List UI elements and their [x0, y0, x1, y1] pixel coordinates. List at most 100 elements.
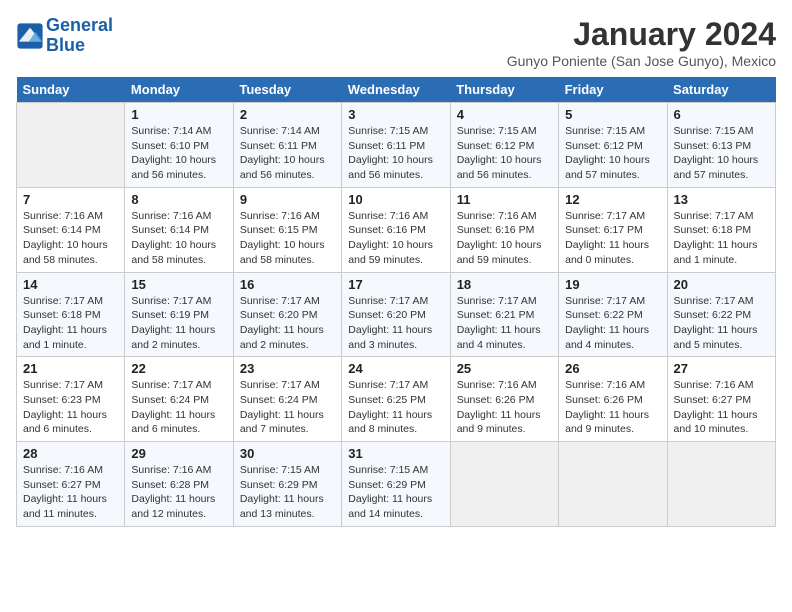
day-number: 4: [457, 107, 552, 122]
calendar-table: SundayMondayTuesdayWednesdayThursdayFrid…: [16, 77, 776, 527]
day-info: Sunrise: 7:15 AM Sunset: 6:12 PM Dayligh…: [565, 124, 660, 183]
day-info: Sunrise: 7:17 AM Sunset: 6:24 PM Dayligh…: [240, 378, 335, 437]
day-number: 20: [674, 277, 769, 292]
location-title: Gunyo Poniente (San Jose Gunyo), Mexico: [507, 53, 776, 69]
day-number: 21: [23, 361, 118, 376]
day-info: Sunrise: 7:14 AM Sunset: 6:10 PM Dayligh…: [131, 124, 226, 183]
day-info: Sunrise: 7:17 AM Sunset: 6:18 PM Dayligh…: [674, 209, 769, 268]
day-number: 23: [240, 361, 335, 376]
weekday-header-thursday: Thursday: [450, 77, 558, 103]
day-info: Sunrise: 7:16 AM Sunset: 6:15 PM Dayligh…: [240, 209, 335, 268]
calendar-cell: 8 Sunrise: 7:16 AM Sunset: 6:14 PM Daylig…: [125, 187, 233, 272]
day-number: 27: [674, 361, 769, 376]
day-info: Sunrise: 7:16 AM Sunset: 6:27 PM Dayligh…: [674, 378, 769, 437]
calendar-cell: [17, 103, 125, 188]
day-number: 3: [348, 107, 443, 122]
calendar-body: 1Sunrise: 7:14 AM Sunset: 6:10 PM Daylig…: [17, 103, 776, 527]
calendar-cell: 26 Sunrise: 7:16 AM Sunset: 6:26 PM Dayli…: [559, 357, 667, 442]
day-number: 10: [348, 192, 443, 207]
calendar-cell: 6Sunrise: 7:15 AM Sunset: 6:13 PM Daylig…: [667, 103, 775, 188]
calendar-cell: [450, 442, 558, 527]
day-number: 29: [131, 446, 226, 461]
calendar-cell: 27 Sunrise: 7:16 AM Sunset: 6:27 PM Dayli…: [667, 357, 775, 442]
day-info: Sunrise: 7:17 AM Sunset: 6:22 PM Dayligh…: [674, 294, 769, 353]
day-number: 26: [565, 361, 660, 376]
calendar-cell: 13 Sunrise: 7:17 AM Sunset: 6:18 PM Dayli…: [667, 187, 775, 272]
calendar-cell: 28 Sunrise: 7:16 AM Sunset: 6:27 PM Dayli…: [17, 442, 125, 527]
calendar-week-row: 1Sunrise: 7:14 AM Sunset: 6:10 PM Daylig…: [17, 103, 776, 188]
day-number: 19: [565, 277, 660, 292]
calendar-cell: 18 Sunrise: 7:17 AM Sunset: 6:21 PM Dayli…: [450, 272, 558, 357]
logo: General Blue: [16, 16, 113, 56]
day-info: Sunrise: 7:17 AM Sunset: 6:22 PM Dayligh…: [565, 294, 660, 353]
day-number: 22: [131, 361, 226, 376]
day-info: Sunrise: 7:15 AM Sunset: 6:12 PM Dayligh…: [457, 124, 552, 183]
day-info: Sunrise: 7:16 AM Sunset: 6:26 PM Dayligh…: [457, 378, 552, 437]
calendar-cell: [559, 442, 667, 527]
day-info: Sunrise: 7:14 AM Sunset: 6:11 PM Dayligh…: [240, 124, 335, 183]
calendar-week-row: 7 Sunrise: 7:16 AM Sunset: 6:14 PM Daylig…: [17, 187, 776, 272]
calendar-cell: 1Sunrise: 7:14 AM Sunset: 6:10 PM Daylig…: [125, 103, 233, 188]
calendar-cell: 14Sunrise: 7:17 AM Sunset: 6:18 PM Dayli…: [17, 272, 125, 357]
day-info: Sunrise: 7:17 AM Sunset: 6:18 PM Dayligh…: [23, 294, 118, 353]
weekday-header-tuesday: Tuesday: [233, 77, 341, 103]
day-info: Sunrise: 7:16 AM Sunset: 6:26 PM Dayligh…: [565, 378, 660, 437]
weekday-header-wednesday: Wednesday: [342, 77, 450, 103]
day-info: Sunrise: 7:16 AM Sunset: 6:16 PM Dayligh…: [348, 209, 443, 268]
calendar-cell: 4 Sunrise: 7:15 AM Sunset: 6:12 PM Daylig…: [450, 103, 558, 188]
calendar-cell: 22 Sunrise: 7:17 AM Sunset: 6:24 PM Dayli…: [125, 357, 233, 442]
day-number: 16: [240, 277, 335, 292]
calendar-cell: 25Sunrise: 7:16 AM Sunset: 6:26 PM Dayli…: [450, 357, 558, 442]
calendar-week-row: 21 Sunrise: 7:17 AM Sunset: 6:23 PM Dayli…: [17, 357, 776, 442]
calendar-cell: 10 Sunrise: 7:16 AM Sunset: 6:16 PM Dayli…: [342, 187, 450, 272]
weekday-header-monday: Monday: [125, 77, 233, 103]
day-info: Sunrise: 7:17 AM Sunset: 6:25 PM Dayligh…: [348, 378, 443, 437]
calendar-cell: 5Sunrise: 7:15 AM Sunset: 6:12 PM Daylig…: [559, 103, 667, 188]
weekday-header-row: SundayMondayTuesdayWednesdayThursdayFrid…: [17, 77, 776, 103]
day-info: Sunrise: 7:17 AM Sunset: 6:19 PM Dayligh…: [131, 294, 226, 353]
calendar-cell: 9Sunrise: 7:16 AM Sunset: 6:15 PM Daylig…: [233, 187, 341, 272]
calendar-cell: 3Sunrise: 7:15 AM Sunset: 6:11 PM Daylig…: [342, 103, 450, 188]
calendar-cell: 7 Sunrise: 7:16 AM Sunset: 6:14 PM Daylig…: [17, 187, 125, 272]
calendar-cell: 2Sunrise: 7:14 AM Sunset: 6:11 PM Daylig…: [233, 103, 341, 188]
day-number: 24: [348, 361, 443, 376]
day-number: 8: [131, 192, 226, 207]
calendar-week-row: 14Sunrise: 7:17 AM Sunset: 6:18 PM Dayli…: [17, 272, 776, 357]
calendar-cell: 30Sunrise: 7:15 AM Sunset: 6:29 PM Dayli…: [233, 442, 341, 527]
day-info: Sunrise: 7:16 AM Sunset: 6:14 PM Dayligh…: [131, 209, 226, 268]
day-info: Sunrise: 7:16 AM Sunset: 6:14 PM Dayligh…: [23, 209, 118, 268]
weekday-header-saturday: Saturday: [667, 77, 775, 103]
calendar-cell: 31Sunrise: 7:15 AM Sunset: 6:29 PM Dayli…: [342, 442, 450, 527]
day-number: 30: [240, 446, 335, 461]
logo-text: General Blue: [46, 16, 113, 56]
calendar-cell: 21 Sunrise: 7:17 AM Sunset: 6:23 PM Dayli…: [17, 357, 125, 442]
day-number: 13: [674, 192, 769, 207]
calendar-cell: 17Sunrise: 7:17 AM Sunset: 6:20 PM Dayli…: [342, 272, 450, 357]
calendar-cell: 24 Sunrise: 7:17 AM Sunset: 6:25 PM Dayli…: [342, 357, 450, 442]
logo-line1: General: [46, 15, 113, 35]
calendar-cell: 20 Sunrise: 7:17 AM Sunset: 6:22 PM Dayli…: [667, 272, 775, 357]
day-info: Sunrise: 7:16 AM Sunset: 6:16 PM Dayligh…: [457, 209, 552, 268]
logo-icon: [16, 22, 44, 50]
calendar-cell: 15Sunrise: 7:17 AM Sunset: 6:19 PM Dayli…: [125, 272, 233, 357]
calendar-cell: 23 Sunrise: 7:17 AM Sunset: 6:24 PM Dayli…: [233, 357, 341, 442]
day-info: Sunrise: 7:17 AM Sunset: 6:24 PM Dayligh…: [131, 378, 226, 437]
day-info: Sunrise: 7:17 AM Sunset: 6:21 PM Dayligh…: [457, 294, 552, 353]
day-info: Sunrise: 7:17 AM Sunset: 6:20 PM Dayligh…: [348, 294, 443, 353]
day-info: Sunrise: 7:16 AM Sunset: 6:28 PM Dayligh…: [131, 463, 226, 522]
day-number: 6: [674, 107, 769, 122]
weekday-header-sunday: Sunday: [17, 77, 125, 103]
calendar-cell: 12Sunrise: 7:17 AM Sunset: 6:17 PM Dayli…: [559, 187, 667, 272]
day-number: 12: [565, 192, 660, 207]
month-title: January 2024: [507, 16, 776, 53]
calendar-header: SundayMondayTuesdayWednesdayThursdayFrid…: [17, 77, 776, 103]
day-info: Sunrise: 7:17 AM Sunset: 6:23 PM Dayligh…: [23, 378, 118, 437]
day-info: Sunrise: 7:16 AM Sunset: 6:27 PM Dayligh…: [23, 463, 118, 522]
day-number: 7: [23, 192, 118, 207]
day-info: Sunrise: 7:17 AM Sunset: 6:20 PM Dayligh…: [240, 294, 335, 353]
calendar-cell: [667, 442, 775, 527]
calendar-cell: 19 Sunrise: 7:17 AM Sunset: 6:22 PM Dayli…: [559, 272, 667, 357]
day-number: 28: [23, 446, 118, 461]
calendar-cell: 29 Sunrise: 7:16 AM Sunset: 6:28 PM Dayli…: [125, 442, 233, 527]
day-number: 18: [457, 277, 552, 292]
